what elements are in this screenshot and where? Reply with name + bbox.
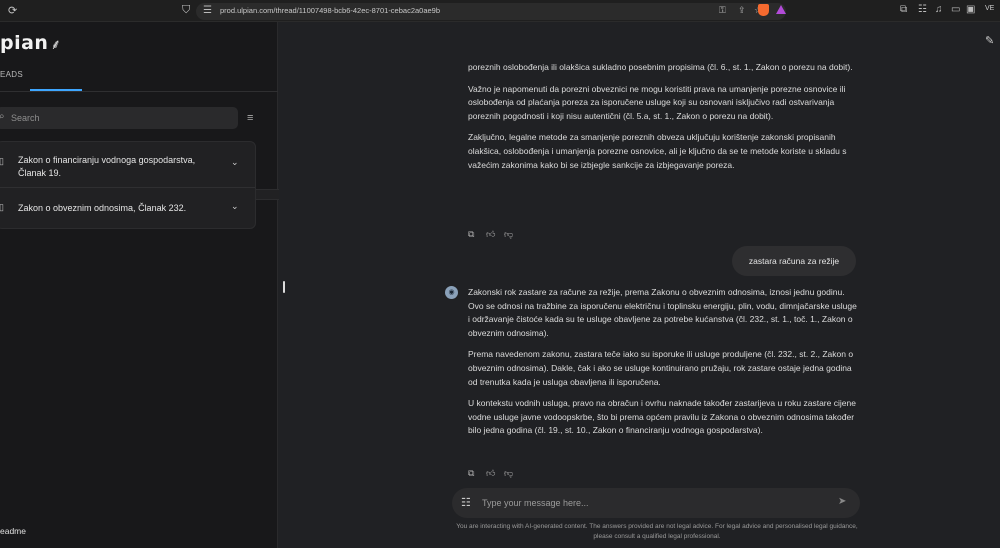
- bot-avatar-icon: ◉: [445, 286, 458, 299]
- logo-text: pian: [0, 32, 49, 54]
- source-title: Zakon o financiranju vodnoga gospodarstv…: [18, 155, 196, 178]
- source-item[interactable]: ▯ Zakon o obveznim odnosima, Članak 232.…: [0, 188, 255, 228]
- source-title: Zakon o obveznim odnosima, Članak 232.: [18, 203, 187, 213]
- key-icon[interactable]: ⚿: [719, 5, 726, 16]
- bookmark-icon[interactable]: ⛉: [182, 4, 190, 17]
- app-logo[interactable]: pian ⸙: [0, 32, 61, 54]
- message-actions: ⧉ 👍︎ 👎︎: [468, 224, 522, 239]
- brave-shield-icon[interactable]: [758, 4, 769, 16]
- copy-icon[interactable]: ⧉: [468, 229, 486, 240]
- source-item[interactable]: ▯ Zakon o financiranju vodnoga gospodars…: [0, 142, 255, 188]
- sources-list: ▯ Zakon o financiranju vodnoga gospodars…: [0, 141, 256, 229]
- wallet-icon[interactable]: ▣: [966, 4, 975, 15]
- url-text: prod.ulpian.com/thread/11007498-bcb6-42e…: [220, 6, 441, 15]
- extensions-icon[interactable]: ⧉: [900, 4, 907, 15]
- browser-toolbar: ⟳ ⛉ ☰ prod.ulpian.com/thread/11007498-bc…: [0, 0, 1000, 22]
- legal-disclaimer: You are interacting with AI-generated co…: [456, 523, 858, 540]
- thumbs-up-icon[interactable]: 👍︎: [486, 229, 504, 240]
- share-icon[interactable]: ⇪: [738, 5, 746, 16]
- thumbs-down-icon[interactable]: 👎︎: [504, 229, 522, 240]
- message-actions: ⧉ 👍︎ 👎︎: [468, 463, 522, 478]
- search-placeholder: Search: [11, 113, 40, 123]
- sidebar-resize-handle[interactable]: [283, 281, 285, 293]
- composer-placeholder: Type your message here...: [482, 498, 589, 508]
- reload-icon[interactable]: ⟳: [8, 4, 17, 17]
- assistant-message: Zakonski rok zastare za račune za režije…: [468, 286, 858, 446]
- search-icon: ⌕: [0, 111, 5, 122]
- thumbs-up-icon[interactable]: 👍︎: [486, 468, 504, 479]
- document-icon: ▯: [0, 202, 4, 212]
- new-thread-icon[interactable]: ✎: [985, 34, 994, 47]
- reading-list-icon[interactable]: ☷: [918, 4, 927, 15]
- chevron-down-icon[interactable]: ⌄: [231, 201, 239, 212]
- address-bar[interactable]: ☰ prod.ulpian.com/thread/11007498-bcb6-4…: [196, 3, 786, 20]
- message-paragraph: Važno je napomenuti da porezni obveznici…: [468, 83, 846, 121]
- user-message: zastara računa za režije: [732, 246, 856, 276]
- sidebar: pian⸙ EADS SOURCES ⌕ Search ≡ ▯ Zakon o …: [0, 22, 299, 548]
- media-icon[interactable]: ♫: [935, 4, 943, 15]
- message-paragraph: Prema navedenom zakonu, zastara teče iak…: [468, 349, 854, 387]
- sliders-icon[interactable]: ☷: [461, 496, 471, 509]
- profile-avatar[interactable]: VE: [985, 5, 994, 12]
- message-paragraph: Zakonski rok zastare za račune za režije…: [468, 287, 857, 338]
- assistant-message: poreznih oslobođenja ili olakšica suklad…: [468, 61, 858, 180]
- tab-threads[interactable]: EADS: [0, 70, 23, 79]
- site-info-icon[interactable]: ☰: [203, 5, 212, 16]
- message-paragraph: poreznih oslobođenja ili olakšica suklad…: [468, 62, 853, 72]
- filter-icon[interactable]: ≡: [247, 112, 253, 124]
- message-composer[interactable]: ☷ Type your message here... ➤: [452, 488, 860, 518]
- sidebar-toggle-icon[interactable]: ▭: [951, 4, 960, 15]
- message-paragraph: U kontekstu vodnih usluga, pravo na obra…: [468, 398, 856, 436]
- copy-icon[interactable]: ⧉: [468, 468, 486, 479]
- divider: [0, 91, 278, 92]
- chevron-down-icon[interactable]: ⌄: [231, 157, 239, 168]
- brave-rewards-icon[interactable]: [776, 5, 786, 14]
- chat-area: ✎ poreznih oslobođenja ili olakšica sukl…: [279, 22, 1000, 548]
- readme-link[interactable]: eadme: [0, 526, 26, 536]
- message-paragraph: Zaključno, legalne metode za smanjenje p…: [468, 132, 847, 170]
- document-icon: ▯: [0, 156, 4, 166]
- thumbs-down-icon[interactable]: 👎︎: [504, 468, 522, 479]
- wheat-icon: ⸙: [50, 37, 62, 53]
- search-input[interactable]: ⌕ Search: [0, 107, 238, 129]
- send-icon[interactable]: ➤: [838, 496, 846, 507]
